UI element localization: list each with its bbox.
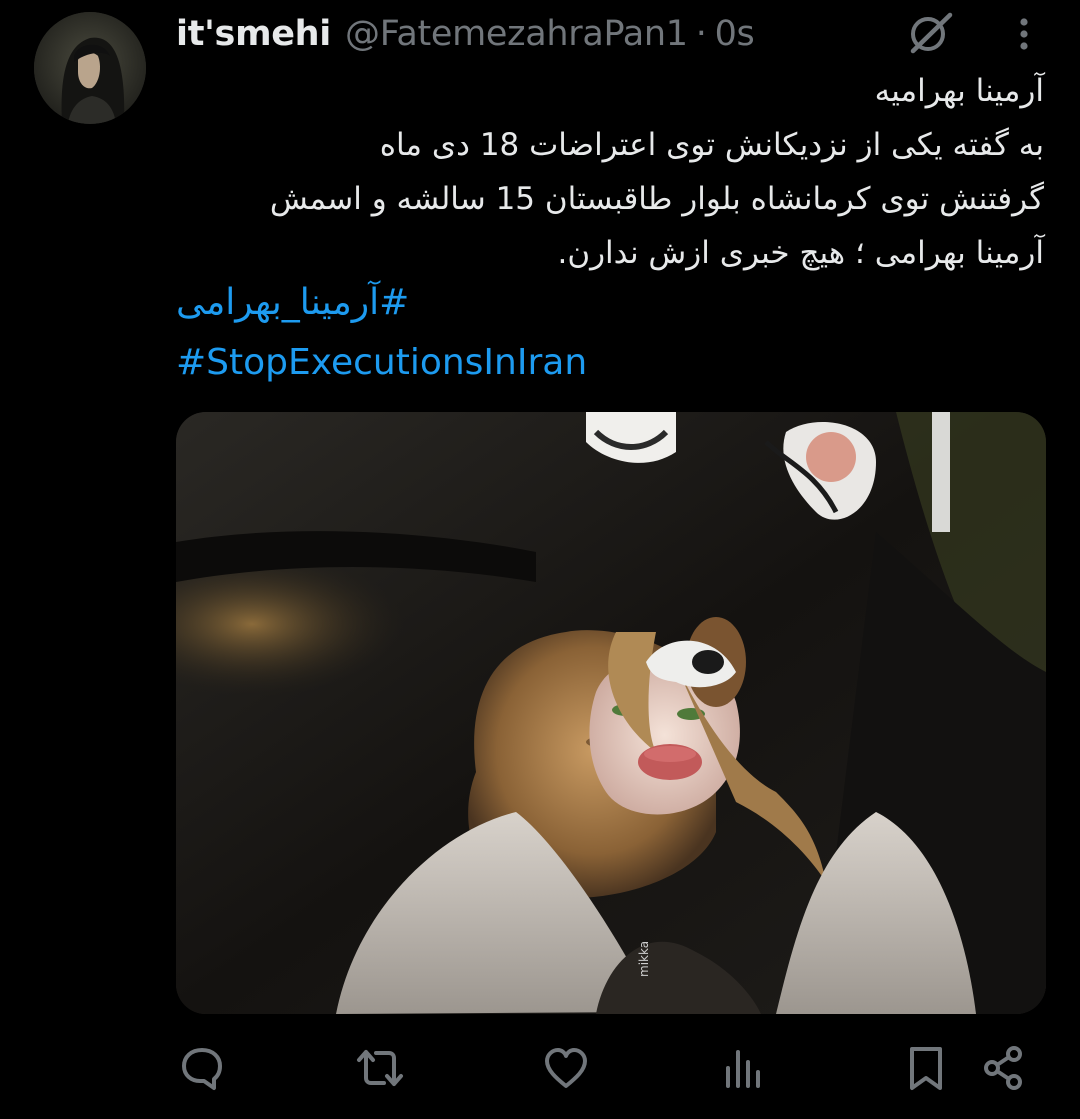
avatar[interactable] xyxy=(34,12,146,124)
hashtag-link[interactable]: #StopExecutionsInIran xyxy=(176,342,587,383)
user-handle[interactable]: @FatemezahraPan1 xyxy=(345,14,688,54)
action-bar xyxy=(0,1036,1080,1100)
tweet-text-line: به گفته یکی از نزدیکانش توی اعتراضات 18 … xyxy=(379,127,1044,163)
media-watermark: mikka xyxy=(637,941,651,977)
tweet-text: آرمینا بهرامیه به گفته یکی از نزدیکانش ت… xyxy=(176,64,1044,280)
views-icon[interactable] xyxy=(718,1044,766,1092)
tweet[interactable]: it'smehi @FatemezahraPan1 · 0s آرمینا به… xyxy=(0,0,1080,1119)
hashtag-link[interactable]: #آرمینا_بهرامی xyxy=(176,282,409,323)
tweet-header: it'smehi @FatemezahraPan1 · 0s xyxy=(176,6,755,62)
tweet-text-line: آرمینا بهرامیه xyxy=(874,73,1044,109)
timestamp[interactable]: 0s xyxy=(715,14,755,54)
tweet-photo[interactable]: mikka xyxy=(176,412,1046,1014)
share-icon[interactable] xyxy=(980,1044,1028,1092)
like-icon[interactable] xyxy=(542,1044,590,1092)
more-icon[interactable] xyxy=(1010,14,1038,54)
display-name[interactable]: it'smehi xyxy=(176,14,331,54)
grok-icon[interactable] xyxy=(906,10,954,56)
reply-icon[interactable] xyxy=(178,1044,226,1092)
separator: · xyxy=(695,14,707,54)
retweet-icon[interactable] xyxy=(356,1044,404,1092)
bookmark-icon[interactable] xyxy=(902,1044,950,1092)
tweet-text-line: آرمینا بهرامی ؛ هیچ خبری ازش ندارن. xyxy=(557,235,1044,271)
tweet-text-line: گرفتنش توی کرمانشاه بلوار طاقبستان 15 سا… xyxy=(269,181,1044,217)
